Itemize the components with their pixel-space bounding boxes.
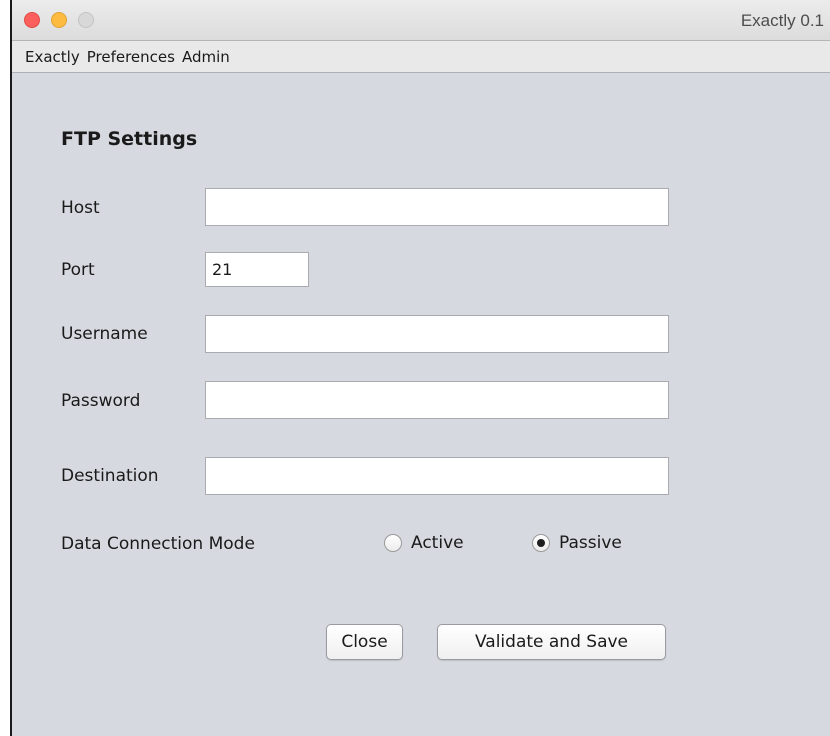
close-button[interactable]: Close xyxy=(326,624,403,660)
menu-admin[interactable]: Admin xyxy=(182,48,230,66)
app-window: Exactly 0.1 Exactly Preferences Admin FT… xyxy=(10,0,830,736)
window-title: Exactly 0.1 xyxy=(740,11,824,30)
host-input[interactable] xyxy=(205,188,669,226)
radio-active[interactable]: Active xyxy=(384,533,464,553)
menu-preferences[interactable]: Preferences xyxy=(87,48,175,66)
validate-and-save-button[interactable]: Validate and Save xyxy=(437,624,666,660)
minimize-window-icon[interactable] xyxy=(51,12,67,28)
radio-passive[interactable]: Passive xyxy=(532,533,622,553)
menu-bar: Exactly Preferences Admin xyxy=(12,41,830,73)
radio-selected-dot-icon xyxy=(537,539,545,547)
radio-active-label: Active xyxy=(411,533,464,553)
host-label: Host xyxy=(61,198,100,218)
close-window-icon[interactable] xyxy=(24,12,40,28)
destination-input[interactable] xyxy=(205,457,669,495)
radio-passive-icon[interactable] xyxy=(532,534,550,552)
password-label: Password xyxy=(61,391,141,411)
radio-passive-label: Passive xyxy=(559,533,622,553)
username-input[interactable] xyxy=(205,315,669,353)
destination-label: Destination xyxy=(61,466,159,486)
page-title: FTP Settings xyxy=(61,128,198,150)
radio-active-icon[interactable] xyxy=(384,534,402,552)
port-label: Port xyxy=(61,260,95,280)
password-input[interactable] xyxy=(205,381,669,419)
data-connection-mode-label: Data Connection Mode xyxy=(61,534,255,554)
menu-exactly[interactable]: Exactly xyxy=(25,48,80,66)
username-label: Username xyxy=(61,324,148,344)
title-bar[interactable]: Exactly 0.1 xyxy=(12,0,830,41)
port-input[interactable] xyxy=(205,252,309,287)
zoom-window-icon[interactable] xyxy=(78,12,94,28)
